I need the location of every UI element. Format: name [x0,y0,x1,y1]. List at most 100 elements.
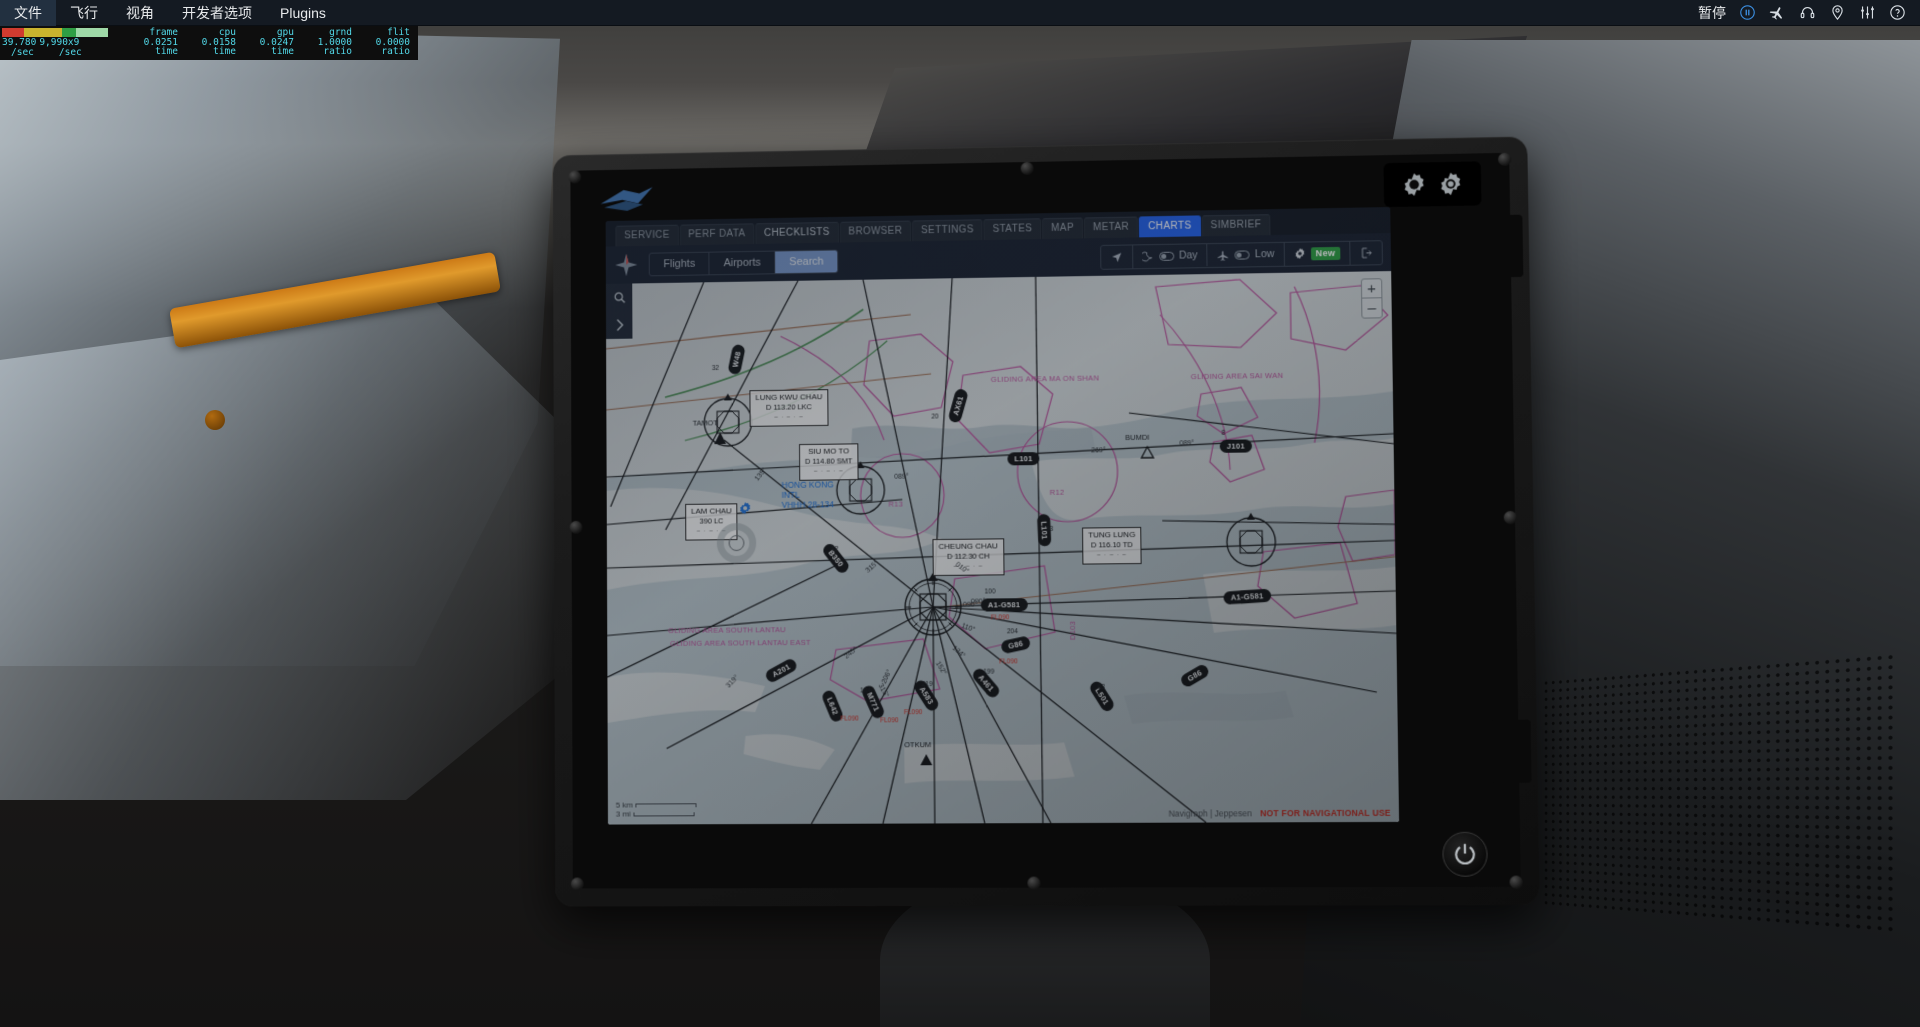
pause-label: 暂停 [1698,4,1726,21]
performance-stats-overlay: 39.780 9,990x9 /sec /sec frame 0.0251 ti… [0,26,418,60]
tab-checklists[interactable]: CHECKLISTS [755,221,839,245]
perf-col-flit: flit 0.0000 ratio [356,28,414,57]
aircraft-position-ring [716,522,757,564]
perf-columns: frame 0.0251 time cpu 0.0158 time gpu 0.… [124,28,414,57]
moon-icon [1142,250,1154,262]
airway-badge-l101-a: L101 [1007,452,1040,466]
tab-charts[interactable]: CHARTS [1139,215,1201,238]
chart-viewer[interactable]: LUNG KWU CHAU D 113.20 LKC – · – · – SIU… [605,271,1400,825]
perf-fps-unit: /sec [11,46,34,58]
segment-airports[interactable]: Airports [709,251,776,275]
menu-item-file[interactable]: 文件 [0,0,56,26]
navaid-box-tung-lung: TUNG LUNG D 116.10 TD – · – · – [1082,526,1142,565]
airway-altitude: 32 [711,364,720,372]
menu-item-view[interactable]: 视角 [112,0,168,26]
export-chart-button[interactable] [1350,241,1382,265]
airway-altitude: 12 [831,545,839,554]
waypoint-label-bumdi: BUMDI [1125,432,1150,443]
perf-bar-row [2,28,110,37]
headset-icon[interactable] [1799,4,1816,21]
navaid-freq: D 116.10 TD [1090,540,1133,550]
radial-label-090: 090° [962,601,978,609]
scale-mi-label: 3 mi [615,809,631,819]
airplane-icon[interactable] [1769,4,1786,21]
tab-settings[interactable]: SETTINGS [912,219,983,242]
altitude-mode-toggle-button[interactable]: Low [1207,242,1285,267]
perf-unit-row: /sec /sec [2,46,110,58]
perf-col-unit: time [213,46,236,57]
perf-col-grnd: grnd 1.0000 ratio [298,28,356,57]
chart-gear-marker-icon[interactable] [738,501,752,515]
airway-flight-level: FL090 [903,709,923,717]
aircraft-brand-logo [600,187,653,212]
perf-col-unit: time [271,46,294,57]
airway-flight-level: FL090 [840,715,859,723]
segment-search[interactable]: Search [775,250,838,274]
tab-states[interactable]: STATES [983,218,1042,241]
efb-tablet-device: SERVICE PERF DATA CHECKLISTS BROWSER SET… [552,136,1540,907]
airway-altitude: 20 [931,413,939,421]
bezel-screw [570,877,584,891]
bearing-label: 269° [1091,447,1106,455]
tab-browser[interactable]: BROWSER [839,220,912,243]
navaid-name: CHEUNG CHAU [938,541,998,551]
waypoint-label-otkum: OTKUM [904,740,932,750]
tab-service[interactable]: SERVICE [615,224,679,247]
expand-sidebar-button[interactable] [608,313,630,337]
bezel-screw [569,520,583,534]
zoom-out-button[interactable]: – [1362,298,1382,317]
navaid-name: LAM CHAU [691,506,732,516]
map-zoom-control: + – [1360,278,1383,319]
navaid-box-lung-kwu-chau: LUNG KWU CHAU D 113.20 LKC – · – · – [749,389,829,427]
bezel-screw [1497,152,1512,167]
pause-circle-icon[interactable] [1739,4,1756,21]
tab-metar[interactable]: METAR [1083,216,1139,239]
application-menubar: 文件 飞行 视角 开发者选项 Plugins 暂停 [0,0,1920,26]
bearing-label: 089° [894,473,909,481]
bezel-side-block [1489,719,1532,783]
scale-mi-line [633,811,695,816]
menu-item-flight[interactable]: 飞行 [56,0,112,26]
airway-altitude: 63 [1097,683,1106,691]
efb-screen: SERVICE PERF DATA CHECKLISTS BROWSER SET… [605,207,1400,825]
menu-item-developer[interactable]: 开发者选项 [168,0,266,26]
chart-search-button[interactable] [608,285,630,309]
new-badge: New [1310,246,1341,260]
tab-map[interactable]: MAP [1042,217,1084,240]
scale-km-line [635,802,697,807]
navigation-disclaimer: NOT FOR NAVIGATIONAL USE [1260,807,1391,819]
tab-simbrief[interactable]: SIMBRIEF [1201,214,1271,237]
center-on-aircraft-button[interactable] [1100,244,1133,269]
navaid-name: LUNG KWU CHAU [755,392,823,403]
cockpit-sunvisor-knob [205,410,225,430]
scale-row-mi: 3 mi [615,809,697,819]
airspace-label-south-lantau: GLIDING AREA SOUTH LANTAU [668,625,786,636]
day-night-toggle-button[interactable]: Day [1132,244,1208,268]
perf-bar-red [2,28,24,37]
airspace-label-ma-on-shan: GLIDING AREA MA ON SHAN [990,373,1100,384]
sliders-icon[interactable] [1859,4,1876,21]
segment-flights[interactable]: Flights [649,252,710,276]
perf-col-gpu: gpu 0.0247 time [240,28,298,57]
chevron-right-icon [612,318,626,332]
airspace-label-south-lantau-east: GLIDING AREA SOUTH LANTAU EAST [670,637,811,648]
location-pin-icon[interactable] [1829,4,1846,21]
airport-name-line1: HONG KONG [781,479,834,490]
bezel-screw [1027,876,1041,890]
gear-icon[interactable] [1437,171,1464,198]
tablet-power-button[interactable] [1442,831,1488,877]
screenshot-root: 文件 飞行 视角 开发者选项 Plugins 暂停 39.780 9,990x9… [0,0,1920,1027]
charts-left-rail [605,283,633,340]
altitude-mode-label: Low [1254,248,1275,261]
perf-draw-unit: /sec [58,46,82,58]
gear-icon[interactable] [1401,171,1428,197]
airway-badge-j101: J101 [1219,439,1252,453]
navigraph-compass-icon [615,253,638,277]
menu-item-plugins[interactable]: Plugins [266,0,340,26]
airway-altitude: 53 [1046,525,1054,533]
bezel-side-block [1481,214,1524,278]
tab-perf-data[interactable]: PERF DATA [679,223,755,246]
chart-settings-button[interactable]: New [1284,241,1351,266]
zoom-in-button[interactable]: + [1361,279,1382,299]
help-circle-icon[interactable] [1889,4,1906,21]
